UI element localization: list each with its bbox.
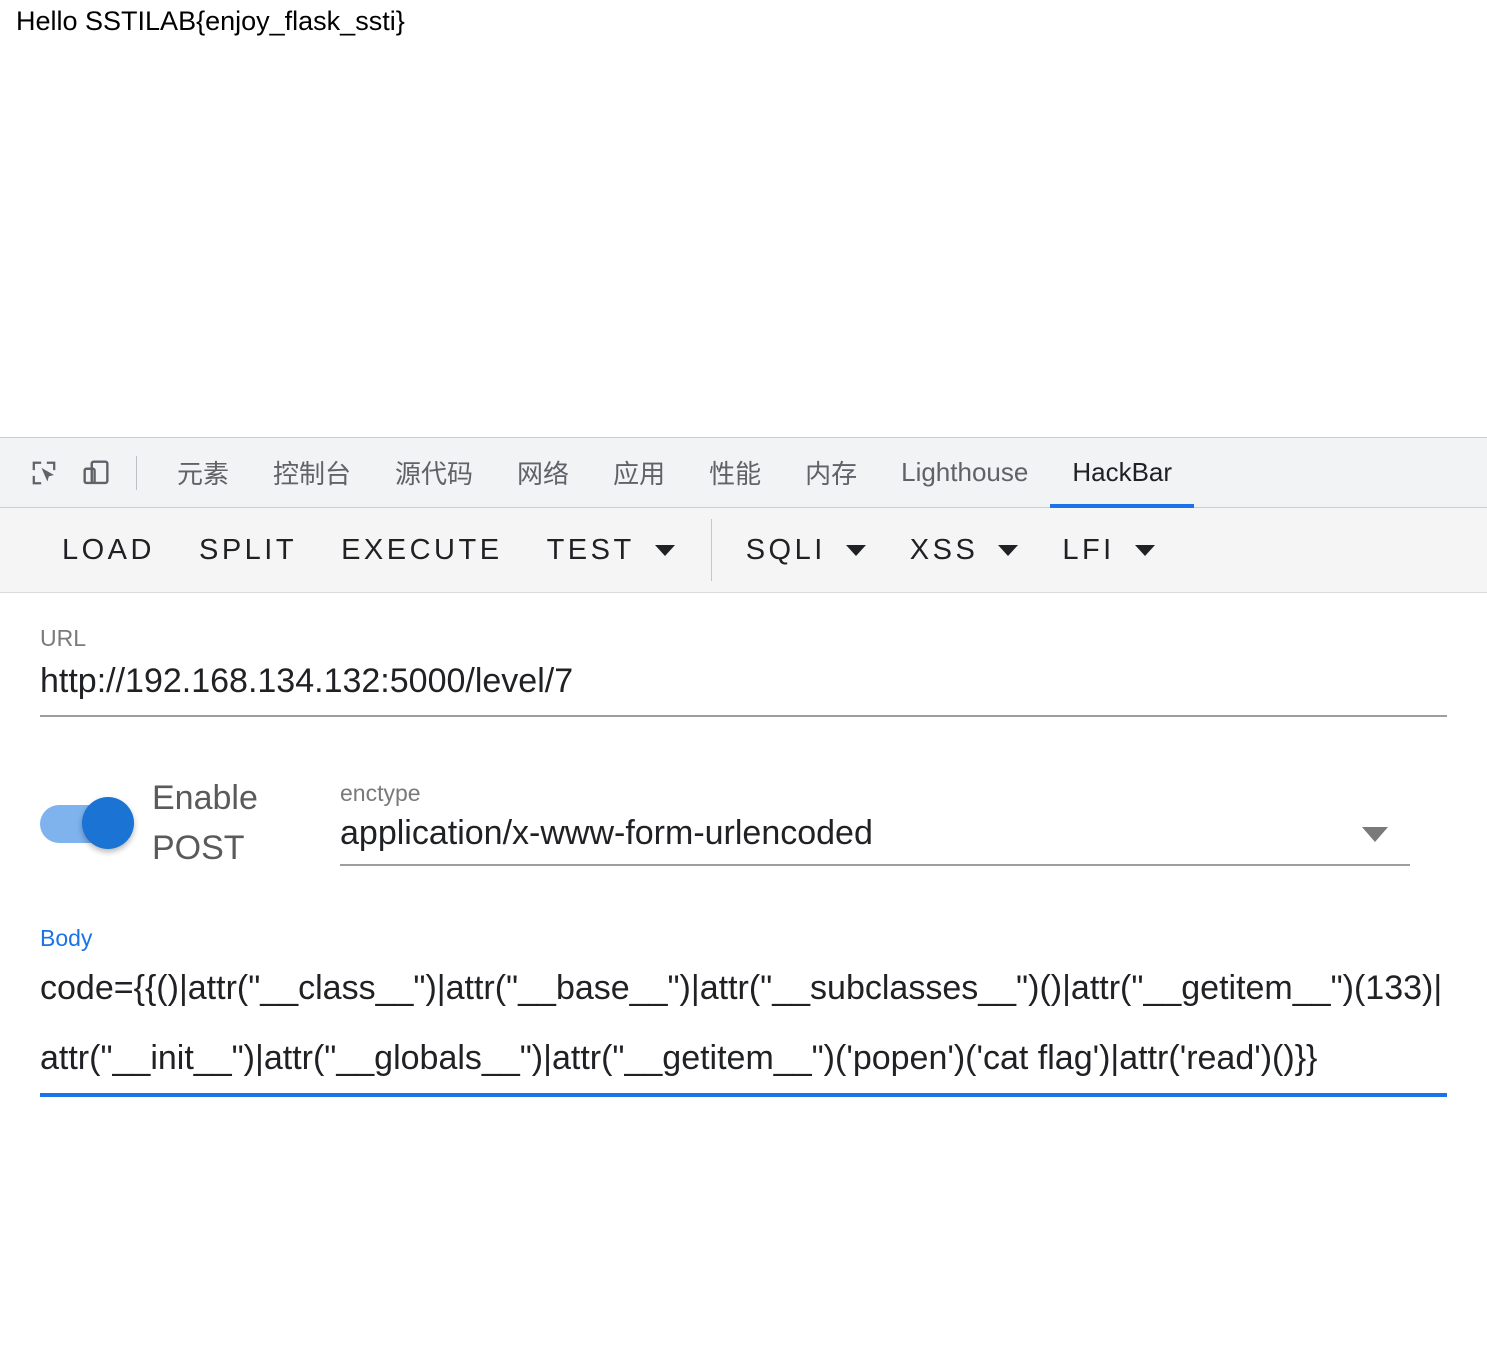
tab-application[interactable]: 应用 bbox=[591, 438, 687, 508]
browser-window: Hello SSTILAB{enjoy_flask_ssti} 元素 控制台 源… bbox=[0, 0, 1487, 1356]
hackbar-toolbar: LOAD SPLIT EXECUTE TEST SQLI XSS LFI bbox=[0, 508, 1487, 593]
enctype-value: application/x-www-form-urlencoded bbox=[340, 814, 873, 852]
devtools-tab-bar: 元素 控制台 源代码 网络 应用 性能 内存 Lighthouse HackBa… bbox=[0, 438, 1487, 508]
body-input[interactable]: code={{()|attr("__class__")|attr("__base… bbox=[40, 951, 1447, 1093]
test-menu-label: TEST bbox=[546, 533, 635, 566]
lfi-menu-button[interactable]: LFI bbox=[1040, 520, 1176, 580]
url-field[interactable]: URL http://192.168.134.132:5000/level/7 bbox=[40, 593, 1447, 717]
body-field-label: Body bbox=[40, 925, 93, 951]
execute-button[interactable]: EXECUTE bbox=[319, 520, 524, 580]
chevron-down-icon bbox=[845, 544, 866, 556]
tab-label: 网络 bbox=[517, 459, 570, 489]
load-button-label: LOAD bbox=[62, 533, 155, 566]
test-menu-button[interactable]: TEST bbox=[525, 520, 697, 580]
tab-label: Lighthouse bbox=[901, 457, 1029, 487]
body-field-underline bbox=[40, 1093, 1447, 1097]
tab-label: HackBar bbox=[1072, 457, 1173, 487]
post-options-row: Enable POST enctype application/x-www-fo… bbox=[40, 773, 1447, 873]
enable-post-label: Enable POST bbox=[152, 779, 258, 867]
tab-lighthouse[interactable]: Lighthouse bbox=[879, 438, 1050, 508]
tab-console[interactable]: 控制台 bbox=[251, 438, 373, 508]
xss-menu-label: XSS bbox=[909, 533, 979, 566]
tab-label: 内存 bbox=[805, 459, 858, 489]
toolbar-separator bbox=[710, 519, 712, 581]
toggle-switch[interactable] bbox=[40, 797, 134, 849]
enctype-select[interactable]: enctype application/x-www-form-urlencode… bbox=[340, 780, 1410, 866]
url-field-underline bbox=[40, 715, 1447, 717]
body-field[interactable]: Body code={{()|attr("__class__")|attr("_… bbox=[40, 925, 1447, 1097]
chevron-down-icon bbox=[998, 544, 1019, 556]
sqli-menu-label: SQLI bbox=[745, 533, 826, 566]
chevron-down-icon[interactable] bbox=[1362, 827, 1388, 842]
enable-post-toggle[interactable]: Enable POST bbox=[40, 773, 340, 873]
url-field-label: URL bbox=[40, 625, 87, 651]
tab-label: 性能 bbox=[709, 459, 762, 489]
toolbar-divider bbox=[136, 455, 137, 490]
hackbar-content: URL http://192.168.134.132:5000/level/7 … bbox=[0, 593, 1487, 1097]
tab-elements[interactable]: 元素 bbox=[155, 438, 251, 508]
page-body-text: Hello SSTILAB{enjoy_flask_ssti} bbox=[16, 6, 405, 36]
tab-memory[interactable]: 内存 bbox=[783, 438, 879, 508]
split-button-label: SPLIT bbox=[198, 533, 298, 566]
execute-button-label: EXECUTE bbox=[341, 533, 503, 566]
device-toolbar-icon[interactable] bbox=[70, 447, 122, 499]
tab-hackbar[interactable]: HackBar bbox=[1050, 438, 1194, 508]
chevron-down-icon bbox=[654, 544, 675, 556]
toggle-thumb bbox=[82, 797, 134, 849]
tab-label: 元素 bbox=[177, 459, 230, 489]
lfi-menu-label: LFI bbox=[1062, 533, 1115, 566]
devtools-panel: 元素 控制台 源代码 网络 应用 性能 内存 Lighthouse HackBa… bbox=[0, 437, 1487, 1356]
split-button[interactable]: SPLIT bbox=[177, 520, 319, 580]
url-input[interactable]: http://192.168.134.132:5000/level/7 bbox=[40, 651, 1447, 715]
enctype-value-row[interactable]: application/x-www-form-urlencoded bbox=[340, 806, 1410, 864]
tab-network[interactable]: 网络 bbox=[495, 438, 591, 508]
inspect-element-icon[interactable] bbox=[18, 447, 70, 499]
chevron-down-icon bbox=[1134, 544, 1155, 556]
tab-performance[interactable]: 性能 bbox=[687, 438, 783, 508]
tab-label: 源代码 bbox=[395, 459, 474, 489]
xss-menu-button[interactable]: XSS bbox=[888, 520, 1041, 580]
tab-label: 应用 bbox=[613, 459, 666, 489]
load-button[interactable]: LOAD bbox=[40, 520, 177, 580]
rendered-page-content: Hello SSTILAB{enjoy_flask_ssti} bbox=[0, 0, 1487, 437]
enctype-underline bbox=[340, 864, 1410, 866]
tab-sources[interactable]: 源代码 bbox=[373, 438, 495, 508]
enctype-label: enctype bbox=[340, 780, 421, 806]
sqli-menu-button[interactable]: SQLI bbox=[724, 520, 888, 580]
tab-label: 控制台 bbox=[273, 459, 352, 489]
